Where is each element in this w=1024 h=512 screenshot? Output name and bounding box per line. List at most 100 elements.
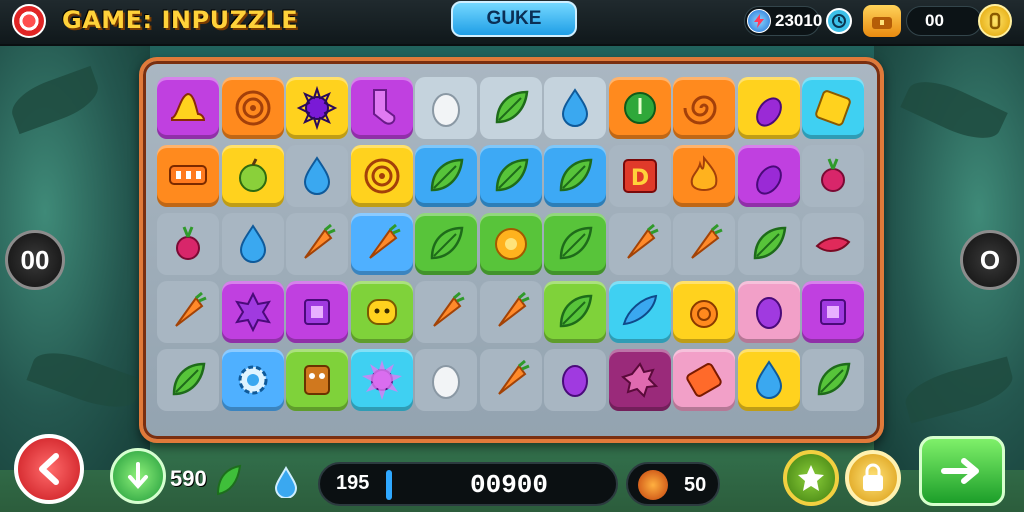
- tile-sock[interactable]: [350, 77, 413, 139]
- tile-spiral[interactable]: [673, 77, 735, 139]
- right-side-button[interactable]: O: [960, 230, 1020, 290]
- cog-flower-icon: [620, 362, 658, 398]
- tile-carrot[interactable]: [350, 213, 413, 275]
- tile-leaf[interactable]: [802, 349, 864, 411]
- eggplant-icon: [755, 97, 782, 127]
- down-button[interactable]: [110, 448, 166, 504]
- eggplant-icon: [755, 165, 782, 195]
- tile-tag[interactable]: [673, 349, 735, 411]
- tile-carrot[interactable]: [157, 281, 219, 343]
- tag-icon: [686, 363, 722, 397]
- drop-icon: [303, 156, 331, 195]
- tile-cog-flower[interactable]: [608, 349, 671, 411]
- progress-panel: 195 00900: [318, 462, 618, 506]
- chip-icon: [304, 299, 330, 325]
- plum-icon: [755, 297, 782, 329]
- tile-sunburst[interactable]: [350, 349, 413, 411]
- tile-face[interactable]: [350, 281, 413, 343]
- mode-button[interactable]: GUKE: [451, 1, 577, 37]
- tile-leaf[interactable]: [479, 77, 542, 139]
- tile-disc[interactable]: [608, 77, 671, 139]
- tile-target[interactable]: [350, 145, 413, 207]
- tile-target[interactable]: [221, 77, 284, 139]
- back-button[interactable]: [14, 434, 84, 504]
- tile-carrot[interactable]: [479, 281, 542, 343]
- feather-icon: [622, 294, 657, 326]
- svg-text:D: D: [630, 166, 648, 191]
- tile-robot[interactable]: [286, 349, 348, 411]
- drop-icon: [561, 88, 589, 127]
- carrot-icon: [175, 291, 207, 327]
- tile-radish[interactable]: [157, 213, 219, 275]
- leaf-icon: [172, 362, 206, 396]
- tile-plum[interactable]: [544, 349, 606, 411]
- tile-flame[interactable]: [673, 145, 735, 207]
- tile-leaf[interactable]: [544, 281, 606, 343]
- plum-icon: [562, 365, 588, 397]
- tile-eggplant[interactable]: [737, 77, 800, 139]
- tile-leaf[interactable]: [544, 145, 606, 207]
- tile-egg[interactable]: [415, 349, 477, 411]
- arrow-left-icon: [39, 453, 59, 485]
- drop-icon: [239, 224, 266, 263]
- tile-carrot[interactable]: [479, 349, 542, 411]
- tile-drop[interactable]: [221, 213, 284, 275]
- leaf-icon: [430, 158, 464, 192]
- coins-value: 00: [925, 11, 944, 30]
- tile-chip[interactable]: [286, 281, 348, 343]
- tile-chili[interactable]: [802, 213, 864, 275]
- tile-leaf[interactable]: [737, 213, 800, 275]
- lock-button[interactable]: [845, 450, 901, 506]
- tile-carrot[interactable]: [415, 281, 477, 343]
- tile-radish[interactable]: [802, 145, 864, 207]
- fruit-value: 50: [684, 474, 707, 496]
- arrow-right-icon: [941, 458, 979, 484]
- tile-egg[interactable]: [415, 77, 477, 139]
- tile-drop[interactable]: [286, 145, 348, 207]
- tile-leaf[interactable]: [415, 213, 477, 275]
- crate-icon: [815, 90, 851, 126]
- tile-hat[interactable]: [157, 77, 219, 139]
- tile-crate[interactable]: [802, 77, 864, 139]
- game-logo-icon[interactable]: [12, 4, 46, 38]
- tile-drop[interactable]: [544, 77, 606, 139]
- lock-icon: [863, 463, 883, 491]
- chili-icon: [815, 236, 851, 252]
- treasure-chest-icon[interactable]: [863, 5, 901, 37]
- tile-eggplant[interactable]: [737, 145, 800, 207]
- tile-leaf[interactable]: [544, 213, 606, 275]
- radish-icon: [821, 158, 845, 192]
- tile-carrot[interactable]: [286, 213, 348, 275]
- egg-icon: [432, 93, 460, 127]
- coin-icon[interactable]: [978, 4, 1012, 38]
- next-button[interactable]: [919, 436, 1005, 506]
- tile-leaf[interactable]: [157, 349, 219, 411]
- tile-spiky[interactable]: [221, 281, 284, 343]
- carrot-icon: [626, 223, 659, 259]
- tile-ring[interactable]: [479, 213, 542, 275]
- star-button[interactable]: [783, 450, 839, 506]
- tile-chip[interactable]: [802, 281, 864, 343]
- tile-alarm[interactable]: [673, 281, 735, 343]
- tile-letter-d[interactable]: D: [608, 145, 671, 207]
- tile-plum[interactable]: [737, 281, 800, 343]
- level-value: 195: [336, 472, 370, 494]
- tile-drop[interactable]: [737, 349, 800, 411]
- tile-gear[interactable]: [221, 349, 284, 411]
- carrot-icon: [368, 223, 401, 259]
- tile-leaf[interactable]: [479, 145, 542, 207]
- leaf-icon: [559, 158, 593, 192]
- flame-icon: [690, 155, 718, 191]
- timer-icon[interactable]: [826, 8, 852, 34]
- tile-apple[interactable]: [221, 145, 284, 207]
- tile-carrot[interactable]: [608, 213, 671, 275]
- tile-carrot[interactable]: [673, 213, 735, 275]
- tile-slot[interactable]: [157, 145, 219, 207]
- egg-icon: [432, 365, 460, 399]
- ring-icon: [494, 228, 527, 260]
- left-side-button[interactable]: 00: [5, 230, 65, 290]
- tile-gear-star[interactable]: [286, 77, 348, 139]
- progress-marker: [386, 470, 392, 500]
- tile-feather[interactable]: [608, 281, 671, 343]
- tile-leaf[interactable]: [415, 145, 477, 207]
